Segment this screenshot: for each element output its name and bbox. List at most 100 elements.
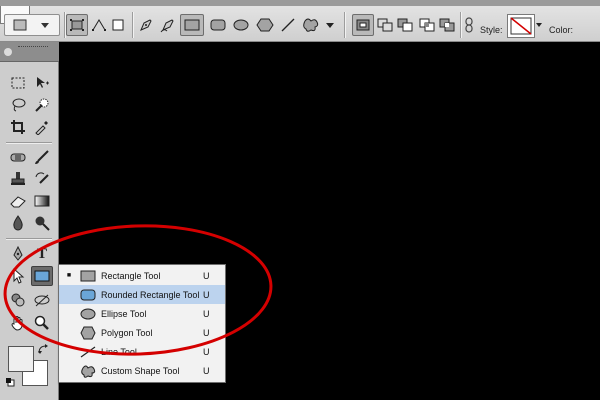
stamp-icon <box>11 172 25 185</box>
paths-mode-button[interactable] <box>88 14 110 36</box>
swap-colors-icon[interactable] <box>36 342 50 356</box>
menu-item-line-tool[interactable]: Line Tool U <box>59 342 225 361</box>
marquee-tool[interactable] <box>8 74 28 92</box>
rectangle-icon <box>184 19 200 31</box>
shape-tool-flyout-menu: ■ Rectangle Tool U Rounded Rectangle Too… <box>58 264 226 383</box>
shape-layers-mode-button[interactable] <box>66 14 88 36</box>
gradient-icon <box>34 195 50 207</box>
polygon-icon <box>256 18 274 32</box>
menu-item-label: Line Tool <box>101 346 137 357</box>
clone-stamp-tool[interactable] <box>8 170 28 188</box>
brush-tool[interactable] <box>32 148 52 166</box>
rectangle-icon <box>13 19 27 31</box>
menu-item-rectangle-tool[interactable]: ■ Rectangle Tool U <box>59 266 225 285</box>
eyedropper-tool[interactable] <box>32 118 52 136</box>
crop-tool[interactable] <box>8 118 28 136</box>
history-brush-icon <box>35 172 49 184</box>
move-tool[interactable] <box>32 74 52 92</box>
healing-brush-tool[interactable] <box>8 148 28 166</box>
custom-shape-tool-button[interactable] <box>300 14 322 36</box>
ellipse-icon <box>80 308 96 319</box>
collapse-icon[interactable] <box>4 48 12 56</box>
menu-item-shortcut: U <box>203 289 210 300</box>
tool-preset-picker[interactable] <box>4 14 60 36</box>
separator <box>64 12 65 38</box>
pen-icon <box>13 246 23 261</box>
ellipse-tool-button[interactable] <box>230 14 252 36</box>
pen-tool-button[interactable] <box>136 14 156 36</box>
marquee-icon <box>11 77 25 89</box>
custom-shape-dropdown[interactable] <box>324 14 336 36</box>
shape-tool[interactable] <box>31 266 53 286</box>
ellipse-icon <box>233 19 249 31</box>
separator <box>460 12 461 38</box>
menu-item-shortcut: U <box>203 346 210 357</box>
new-layer-combine-button[interactable] <box>352 14 374 36</box>
link-icon[interactable] <box>462 14 476 36</box>
blur-tool[interactable] <box>8 214 28 232</box>
polygon-tool-button[interactable] <box>254 14 276 36</box>
fill-pixels-mode-button[interactable] <box>108 14 128 36</box>
pen-icon <box>140 19 152 31</box>
no-style-icon <box>510 17 532 35</box>
history-brush-tool[interactable] <box>32 170 52 188</box>
menu-item-shortcut: U <box>203 270 210 281</box>
menu-item-label: Rectangle Tool <box>101 270 161 281</box>
eraser-tool[interactable] <box>8 192 28 210</box>
type-icon: T <box>36 245 47 262</box>
zoom-tool[interactable] <box>32 314 52 332</box>
tools-panel: T <box>0 42 59 400</box>
tools-panel-header[interactable] <box>0 42 59 62</box>
custom-shape-icon <box>81 365 96 378</box>
freeform-pen-tool-button[interactable] <box>158 14 178 36</box>
app-title-strip <box>0 0 600 6</box>
3d-orbit-icon <box>34 294 50 307</box>
hand-tool[interactable] <box>8 314 28 332</box>
menu-item-rounded-rectangle-tool[interactable]: Rounded Rectangle Tool U <box>59 285 225 304</box>
foreground-color-swatch[interactable] <box>8 346 34 372</box>
rectangle-tool-button[interactable] <box>180 14 204 36</box>
menu-item-shortcut: U <box>203 308 210 319</box>
line-tool-button[interactable] <box>278 14 298 36</box>
type-tool[interactable]: T <box>32 245 52 263</box>
menu-item-polygon-tool[interactable]: Polygon Tool U <box>59 323 225 342</box>
drag-grip[interactable] <box>18 46 48 48</box>
gradient-tool[interactable] <box>32 192 52 210</box>
style-picker[interactable] <box>507 14 535 38</box>
lasso-icon <box>12 98 26 112</box>
bandage-icon <box>10 153 26 162</box>
crop-icon <box>11 120 25 134</box>
rounded-rectangle-icon <box>210 19 226 31</box>
options-bar: Style: Color: <box>0 0 600 42</box>
eraser-icon <box>10 196 26 208</box>
freeform-pen-icon <box>160 19 174 33</box>
menu-item-label: Polygon Tool <box>101 327 153 338</box>
separator <box>6 238 52 239</box>
menu-item-custom-shape-tool[interactable]: Custom Shape Tool U <box>59 361 225 380</box>
rectangle-icon <box>80 270 96 281</box>
add-to-shape-button[interactable] <box>374 14 396 36</box>
lasso-tool[interactable] <box>8 96 28 114</box>
subtract-from-shape-button[interactable] <box>394 14 416 36</box>
separator <box>132 12 133 38</box>
3d-orbit-tool[interactable] <box>32 291 52 309</box>
intersect-shape-button[interactable] <box>416 14 438 36</box>
exclude-overlap-button[interactable] <box>436 14 458 36</box>
hand-icon <box>11 316 23 331</box>
separator <box>344 12 345 38</box>
current-tool-marker: ■ <box>66 272 72 279</box>
3d-rotate-tool[interactable] <box>8 291 28 309</box>
quick-selection-tool[interactable] <box>32 96 52 114</box>
polygon-icon <box>80 326 96 339</box>
path-selection-tool[interactable] <box>8 267 28 285</box>
zoom-icon <box>34 315 49 330</box>
rounded-rectangle-icon <box>80 289 96 300</box>
eyedropper-icon <box>35 121 48 135</box>
color-label: Color: <box>549 25 574 35</box>
pen-tool[interactable] <box>8 245 28 263</box>
style-dropdown[interactable] <box>535 14 543 36</box>
rounded-rectangle-tool-button[interactable] <box>206 14 230 36</box>
menu-item-ellipse-tool[interactable]: Ellipse Tool U <box>59 304 225 323</box>
default-colors-icon[interactable] <box>4 376 16 388</box>
dodge-tool[interactable] <box>32 214 52 232</box>
